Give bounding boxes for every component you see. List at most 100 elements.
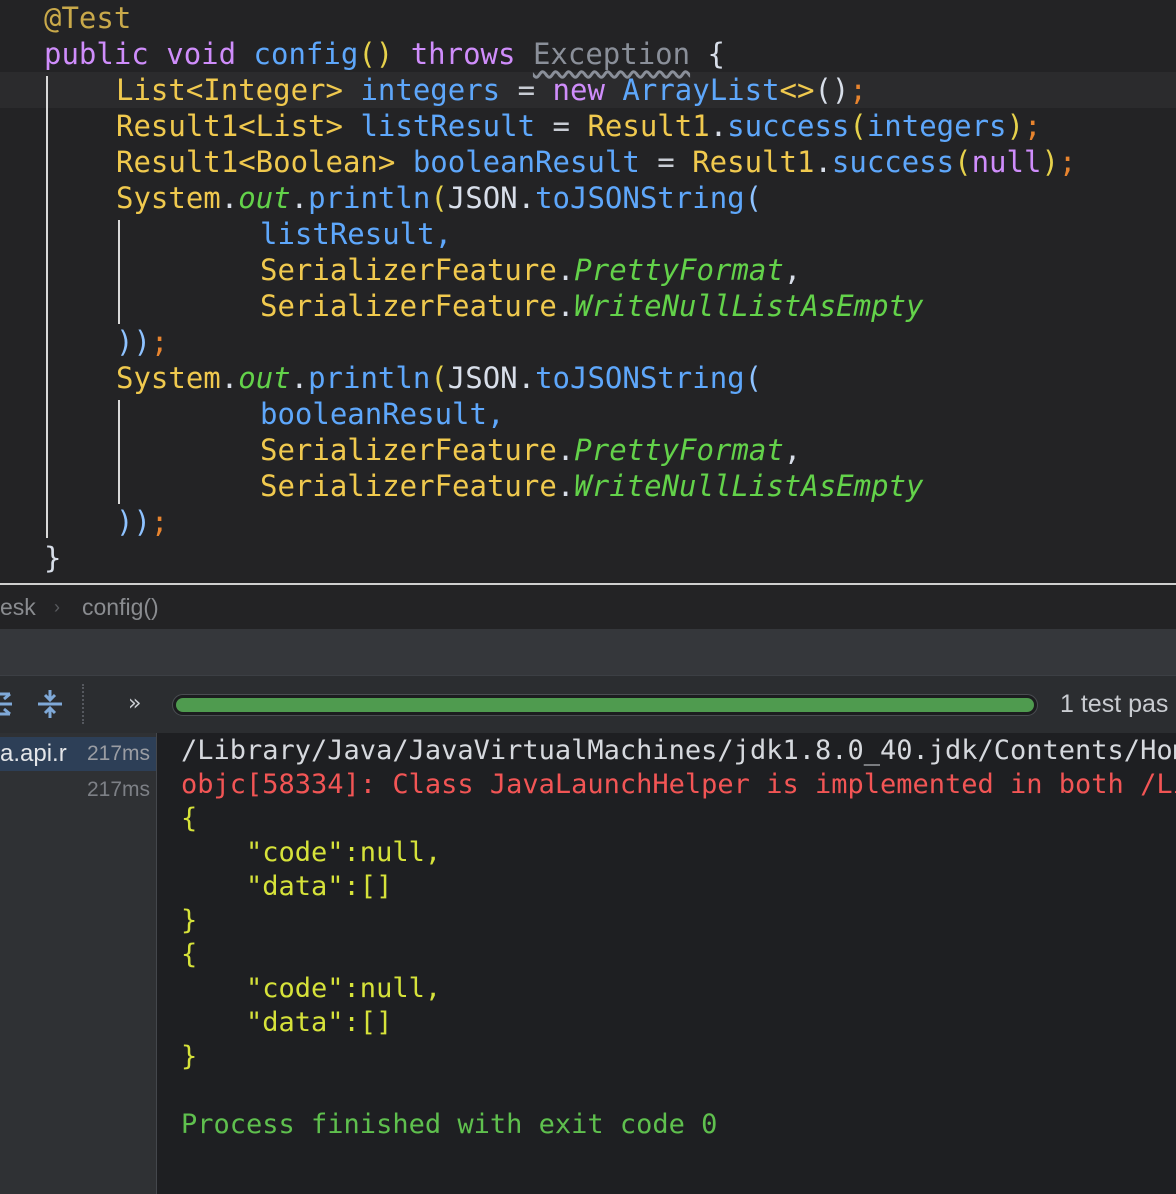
- semicolon: ;: [1058, 145, 1077, 179]
- class-json: JSON: [447, 181, 518, 215]
- collapse-all-icon-glyph: [38, 690, 62, 718]
- expand-all-icon-glyph: [0, 692, 12, 716]
- test-tree-name: a.api.r: [0, 740, 67, 767]
- semicolon: ;: [849, 73, 867, 107]
- test-tree-time: 217ms: [86, 742, 150, 765]
- class-arraylist: ArrayList: [622, 73, 780, 107]
- test-progress-bar: [172, 694, 1038, 716]
- console-line-stdout: "code":null,: [181, 973, 442, 1004]
- code-line-4: Result1<List> listResult = Result1.succe…: [116, 108, 1041, 144]
- console-line-stdout: "data":[]: [181, 1007, 393, 1038]
- console-output[interactable]: /Library/Java/JavaVirtualMachines/jdk1.8…: [157, 733, 1176, 1194]
- console-line-exit-status: Process finished with exit code 0: [181, 1109, 718, 1140]
- code-line-13: SerializerFeature.PrettyFormat,: [260, 432, 801, 468]
- keyword-public: public: [44, 37, 149, 71]
- dot: .: [220, 181, 239, 215]
- dot: .: [517, 361, 536, 395]
- variable-list-result: listResult: [360, 109, 536, 143]
- method-println: println: [308, 181, 431, 215]
- class-system: System: [116, 181, 221, 215]
- keyword-void: void: [166, 37, 237, 71]
- assign-op: =: [552, 109, 570, 143]
- test-tree-row-class[interactable]: a.api.r 217ms: [0, 737, 156, 771]
- diamond-op: <>: [779, 73, 815, 107]
- open-paren: (: [849, 109, 867, 143]
- dot: .: [556, 253, 575, 287]
- field-pretty-format: PrettyFormat: [574, 253, 784, 287]
- console-line-command: /Library/Java/JavaVirtualMachines/jdk1.8…: [181, 735, 1176, 766]
- breadcrumb-item-class[interactable]: esk: [0, 585, 36, 629]
- close-paren: ): [1006, 109, 1024, 143]
- close-paren: ): [1041, 145, 1059, 179]
- method-parens: (): [358, 37, 394, 71]
- code-line-15: ));: [116, 504, 168, 540]
- open-paren: (: [430, 181, 448, 215]
- breadcrumb-item-method[interactable]: config(): [82, 585, 159, 629]
- code-line-9: SerializerFeature.WriteNullListAsEmpty: [260, 288, 923, 324]
- method-println: println: [308, 361, 431, 395]
- open-brace: {: [707, 37, 726, 71]
- semicolon: ;: [1024, 109, 1042, 143]
- code-line-3: List<Integer> integers = new ArrayList<>…: [116, 72, 867, 108]
- close-brace: }: [44, 541, 62, 575]
- field-write-null-list-as-empty: WriteNullListAsEmpty: [574, 469, 924, 503]
- comma: ,: [783, 433, 802, 467]
- exception-type[interactable]: Exception: [533, 37, 690, 71]
- class-result1: Result1: [587, 109, 710, 143]
- method-to-json-string: toJSONString: [535, 181, 745, 215]
- dot: .: [220, 361, 239, 395]
- dot: .: [556, 469, 575, 503]
- open-paren: (: [744, 361, 763, 395]
- class-serializer-feature: SerializerFeature: [260, 289, 557, 323]
- breadcrumb: esk › config(): [0, 585, 1176, 629]
- code-line-6: System.out.println(JSON.toJSONString(: [116, 180, 762, 216]
- indent-guide-call-1: [118, 220, 120, 324]
- field-out: out: [238, 361, 291, 395]
- run-toolbar: » 1 test pas: [0, 675, 1176, 733]
- test-results-tree[interactable]: a.api.r 217ms 217ms: [0, 733, 157, 1194]
- test-tree-time: 217ms: [86, 778, 150, 801]
- type-result-boolean: Result1<Boolean>: [116, 145, 396, 179]
- breadcrumb-separator-icon: ›: [54, 597, 60, 617]
- indent-guide-call-2: [118, 400, 120, 504]
- test-tree-row-method[interactable]: 217ms: [0, 773, 156, 807]
- code-line-5: Result1<Boolean> booleanResult = Result1…: [116, 144, 1076, 180]
- variable-boolean-result: booleanResult: [412, 145, 640, 179]
- class-system: System: [116, 361, 221, 395]
- class-result1: Result1: [692, 145, 815, 179]
- dot: .: [290, 181, 309, 215]
- dot: .: [290, 361, 309, 395]
- class-json: JSON: [447, 361, 518, 395]
- code-editor[interactable]: @Test public void config() throws Except…: [0, 0, 1176, 583]
- type-list-integer: List<Integer>: [116, 73, 343, 107]
- open-paren: (: [954, 145, 972, 179]
- console-line-stdout: {: [181, 939, 198, 970]
- assign-op: =: [657, 145, 675, 179]
- class-serializer-feature: SerializerFeature: [260, 469, 557, 503]
- dot: .: [814, 145, 832, 179]
- class-serializer-feature: SerializerFeature: [260, 253, 557, 287]
- toolbar-separator: [82, 684, 84, 724]
- semicolon: ;: [150, 325, 169, 359]
- code-line-12: booleanResult,: [260, 396, 504, 432]
- call-parens: (): [814, 73, 850, 107]
- expand-all-icon[interactable]: [0, 686, 14, 722]
- more-actions-icon[interactable]: »: [128, 686, 141, 722]
- arg-list-result: listResult,: [260, 217, 453, 251]
- field-write-null-list-as-empty: WriteNullListAsEmpty: [574, 289, 924, 323]
- comma: ,: [783, 253, 802, 287]
- dot: .: [556, 289, 575, 323]
- test-status-text: 1 test pas: [1060, 690, 1169, 718]
- method-name: config: [253, 37, 359, 71]
- assign-op: =: [517, 73, 536, 107]
- console-line-stdout: }: [181, 1041, 198, 1072]
- code-line-7: listResult,: [260, 216, 452, 252]
- method-success: success: [727, 109, 850, 143]
- method-success: success: [831, 145, 955, 179]
- code-line-14: SerializerFeature.WriteNullListAsEmpty: [260, 468, 923, 504]
- collapse-all-icon[interactable]: [36, 686, 64, 722]
- console-line-stderr: objc[58334]: Class JavaLaunchHelper is i…: [181, 769, 1176, 800]
- method-to-json-string: toJSONString: [535, 361, 745, 395]
- class-serializer-feature: SerializerFeature: [260, 433, 557, 467]
- console-line-stdout: }: [181, 905, 198, 936]
